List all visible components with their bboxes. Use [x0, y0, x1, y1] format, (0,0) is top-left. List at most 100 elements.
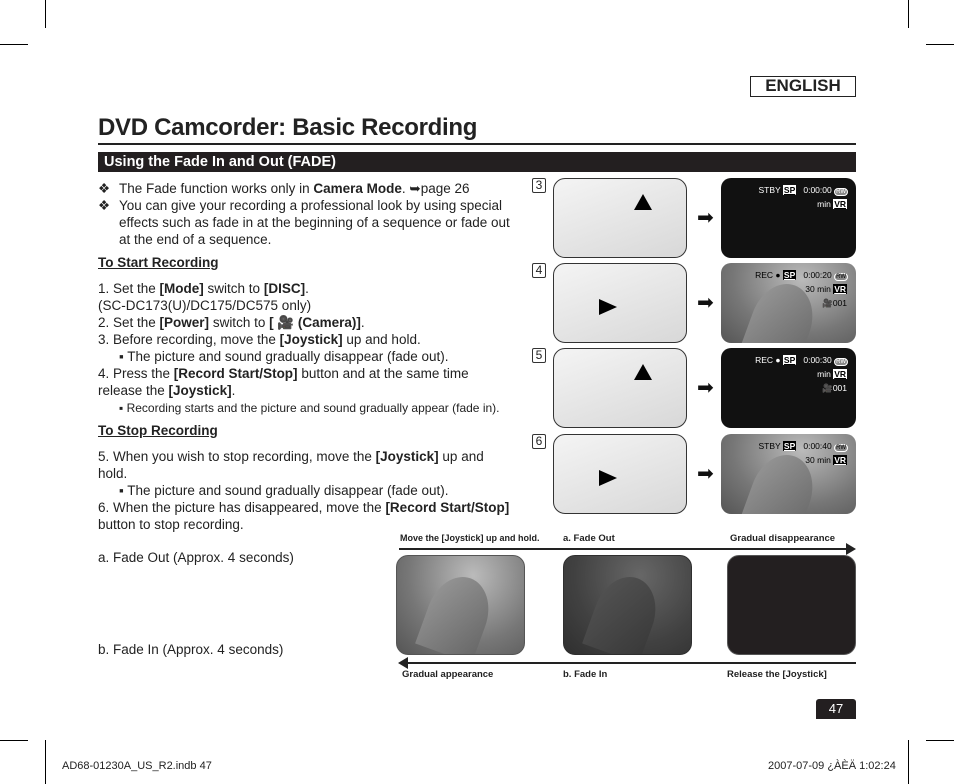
text-segment: 2. Set the: [98, 315, 160, 330]
text-segment: release the: [98, 383, 169, 398]
text-segment: You can give your recording a profession…: [119, 198, 502, 213]
left-arrow-line: [406, 662, 856, 664]
text-segment: switch to: [203, 281, 264, 296]
text-line: at the end of a sequence.: [119, 232, 271, 248]
text-segment: 1. Set the: [98, 281, 160, 296]
text-line: You can give your recording a profession…: [119, 198, 502, 214]
right-arrow-line: [399, 548, 849, 550]
mode-badge: SP: [782, 355, 797, 365]
text-segment: ▪ The picture and sound gradually disapp…: [119, 349, 449, 364]
time-counter: 0:00:40: [803, 441, 832, 451]
text-segment: .: [360, 315, 365, 330]
format-badge: VR: [833, 284, 847, 294]
text-line: button to stop recording.: [98, 517, 244, 533]
footer-date: 2007-07-09 ¿ÀÈÄ 1:02:24: [768, 760, 896, 772]
camcorder-illustration: [553, 263, 687, 343]
text-segment: switch to: [209, 315, 270, 330]
text-segment: 6. When the picture has disappeared, mov…: [98, 500, 386, 515]
text-segment: . ➥page 26: [401, 181, 470, 196]
text-segment: a. Fade Out (Approx. 4 seconds): [98, 550, 294, 565]
scene-counter: 001: [832, 383, 847, 393]
arrow-right-icon: ➡: [697, 207, 714, 229]
text-line: a. Fade Out (Approx. 4 seconds): [98, 550, 294, 566]
direction-arrow-icon: [599, 470, 617, 486]
bullet-icon: ❖: [98, 181, 111, 196]
text-segment: up and: [438, 449, 484, 464]
text-segment: button to stop recording.: [98, 517, 244, 532]
time-counter: 0:00:00: [803, 185, 832, 195]
black-screen: [727, 555, 856, 655]
time-counter: 0:00:20: [803, 270, 832, 280]
text-segment: The Fade function works only in: [119, 181, 314, 196]
camcorder-illustration: [553, 348, 687, 428]
bold-term: [Record Start/Stop]: [173, 366, 298, 381]
disc-type-icon: RW: [834, 358, 848, 366]
bold-term: Camera Mode: [313, 181, 402, 196]
stop-recording-heading: To Stop Recording: [98, 423, 218, 438]
page-title: DVD Camcorder: Basic Recording: [98, 114, 478, 141]
section-heading: Using the Fade In and Out (FADE): [98, 152, 856, 172]
text-line: 5. When you wish to stop recording, move…: [98, 449, 484, 465]
text-line: 6. When the picture has disappeared, mov…: [98, 500, 509, 516]
remaining-time: min: [817, 199, 831, 209]
bold-term: [Joystick]: [279, 332, 343, 347]
bold-term: [Joystick]: [375, 449, 439, 464]
bold-term: [Power]: [159, 315, 210, 330]
arrow-right-icon: ➡: [697, 292, 714, 314]
text-line: 4. Press the [Record Start/Stop] button …: [98, 366, 469, 382]
camcorder-illustration: [553, 434, 687, 514]
format-badge: VR: [833, 455, 847, 465]
text-segment: effects such as fade in at the beginning…: [119, 215, 510, 230]
text-line: effects such as fade in at the beginning…: [119, 215, 510, 231]
caption: Move the [Joystick] up and hold.: [400, 533, 540, 543]
remaining-time: 30 min: [805, 284, 831, 294]
text-segment: ▪ The picture and sound gradually disapp…: [119, 483, 449, 498]
text-segment: hold.: [98, 466, 128, 481]
arrow-right-icon: [846, 543, 856, 555]
text-segment: 3. Before recording, move the: [98, 332, 280, 347]
dolphin-image-bright: [396, 555, 525, 655]
lcd-screen: STBY SP 0:00:40 RW 30 min VR: [721, 434, 856, 514]
caption: b. Fade In: [563, 669, 608, 680]
status: REC ●: [755, 270, 781, 280]
bold-term: [Record Start/Stop]: [385, 500, 510, 515]
lcd-screen: REC ● SP 0:00:30 RW min VR 🎥001: [721, 348, 856, 428]
language-label: ENGLISH: [750, 76, 856, 97]
bullet-icon: ❖: [98, 198, 111, 213]
text-line: hold.: [98, 466, 127, 482]
bold-term: [DISC]: [263, 281, 306, 296]
text-segment: (SC-DC173(U)/DC175/DC575 only): [98, 298, 312, 313]
format-badge: VR: [833, 369, 847, 379]
caption: Gradual disappearance: [730, 533, 836, 544]
text-line: 3. Before recording, move the [Joystick]…: [98, 332, 421, 348]
text-line: 1. Set the [Mode] switch to [DISC].: [98, 281, 309, 297]
arrow-left-icon: [398, 657, 408, 669]
caption: Gradual appearance: [402, 669, 494, 680]
bold-term: [Mode]: [159, 281, 204, 296]
bold-term: [ 🎥 (Camera)]: [269, 315, 361, 330]
arrow-right-icon: ➡: [697, 463, 714, 485]
lcd-screen: STBY SP 0:00:00 RW min VR: [721, 178, 856, 258]
step-number: 5: [532, 348, 546, 363]
disc-type-icon: RW: [834, 188, 848, 196]
camera-icon: 🎥: [822, 383, 833, 393]
camcorder-illustration: [553, 178, 687, 258]
text-line: ▪ The picture and sound gradually disapp…: [119, 349, 449, 365]
text-segment: at the end of a sequence.: [119, 232, 272, 247]
title-divider: [98, 143, 856, 145]
text-line: release the [Joystick].: [98, 383, 235, 399]
step-number: 3: [532, 178, 546, 193]
mode-badge: SP: [782, 185, 797, 195]
text-segment: b. Fade In (Approx. 4 seconds): [98, 642, 284, 657]
text-segment: up and hold.: [342, 332, 421, 347]
text-segment: 5. When you wish to stop recording, move…: [98, 449, 376, 464]
time-counter: 0:00:30: [803, 355, 832, 365]
format-badge: VR: [833, 199, 847, 209]
text-line: 2. Set the [Power] switch to [ 🎥 (Camera…: [98, 315, 365, 331]
lcd-screen: REC ● SP 0:00:20 RW 30 min VR 🎥001: [721, 263, 856, 343]
scene-counter: 001: [832, 298, 847, 308]
mode-badge: SP: [782, 270, 797, 280]
bold-term: [Joystick]: [168, 383, 232, 398]
status: STBY: [758, 441, 781, 451]
text-line: b. Fade In (Approx. 4 seconds): [98, 642, 283, 658]
